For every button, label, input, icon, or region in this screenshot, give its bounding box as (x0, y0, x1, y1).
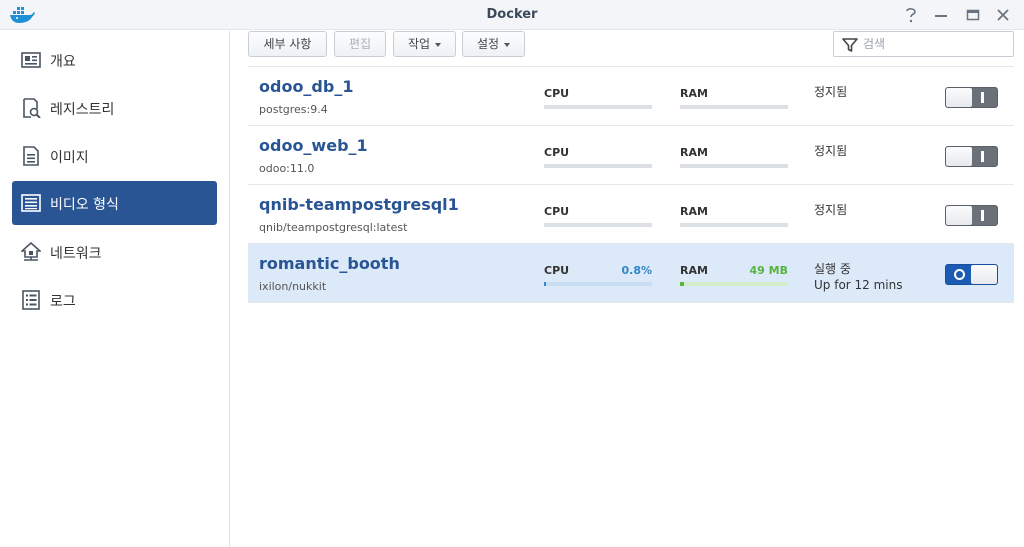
cpu-usage-bar (544, 105, 652, 109)
cpu-label: CPU (544, 87, 570, 100)
container-name: odoo_web_1 (259, 136, 368, 155)
container-name: odoo_db_1 (259, 77, 354, 96)
search-box[interactable] (833, 31, 1014, 57)
cpu-usage-bar (544, 282, 652, 286)
close-icon[interactable] (992, 4, 1014, 26)
cpu-label: CPU (544, 264, 570, 277)
container-image: postgres:9.4 (259, 103, 328, 116)
action-dropdown-button[interactable]: 작업 (393, 31, 456, 57)
power-on-mark-icon (954, 269, 965, 280)
power-off-mark-icon (981, 92, 984, 103)
caret-down-icon (435, 42, 442, 47)
settings-label: 설정 (476, 37, 500, 51)
sidebar: 개요 레지스트리 이미지 비디오 형식 네트워크 로그 (0, 31, 230, 547)
container-name: qnib-teampostgresql1 (259, 195, 459, 214)
container-image: ixilon/nukkit (259, 280, 327, 293)
ram-value: 49 MB (749, 264, 788, 277)
filter-icon (842, 38, 858, 52)
power-toggle[interactable] (945, 87, 998, 108)
image-icon (23, 146, 39, 166)
sidebar-item-label: 레지스트리 (50, 102, 115, 118)
power-toggle[interactable] (945, 264, 998, 285)
power-toggle[interactable] (945, 205, 998, 226)
status-text: 실행 중 (814, 262, 851, 276)
ram-label: RAM (680, 87, 708, 100)
log-icon (22, 290, 40, 310)
maximize-icon[interactable] (962, 4, 984, 26)
action-label: 작업 (407, 37, 431, 51)
uptime-text: Up for 12 mins (814, 278, 903, 292)
window-title: Docker (486, 7, 538, 22)
cpu-usage-bar (544, 164, 652, 168)
toggle-knob (946, 88, 972, 107)
cpu-label: CPU (544, 205, 570, 218)
ram-label: RAM (680, 146, 708, 159)
sidebar-item-overview[interactable]: 개요 (12, 38, 217, 82)
ram-label: RAM (680, 205, 708, 218)
edit-button[interactable]: 편집 (334, 31, 386, 57)
toggle-knob (946, 147, 972, 166)
overview-icon (21, 52, 41, 68)
cpu-label: CPU (544, 146, 570, 159)
ram-usage-bar (680, 223, 788, 227)
status-text: 정지됨 (814, 203, 848, 217)
power-off-mark-icon (981, 210, 984, 221)
cpu-value: 0.8% (621, 264, 652, 277)
container-row[interactable]: qnib-teampostgresql1 qnib/teampostgresql… (248, 185, 1014, 244)
container-row[interactable]: romantic_booth ixilon/nukkit CPU 0.8% RA… (248, 244, 1014, 303)
container-row[interactable]: odoo_db_1 postgres:9.4 CPU RAM 정지됨 (248, 67, 1014, 126)
power-off-mark-icon (981, 151, 984, 162)
sidebar-item-log[interactable]: 로그 (12, 278, 217, 322)
cpu-usage-fill (544, 282, 546, 286)
caret-down-icon (504, 42, 511, 47)
sidebar-item-label: 개요 (50, 54, 76, 70)
sidebar-item-registry[interactable]: 레지스트리 (12, 86, 217, 130)
toggle-knob (946, 206, 972, 225)
ram-label: RAM (680, 264, 708, 277)
status-text: 정지됨 (814, 85, 848, 99)
container-icon (21, 194, 41, 212)
sidebar-item-container[interactable]: 비디오 형식 (12, 181, 217, 225)
container-list: odoo_db_1 postgres:9.4 CPU RAM 정지됨 odoo_… (248, 66, 1014, 303)
ram-usage-bar (680, 105, 788, 109)
container-image: odoo:11.0 (259, 162, 315, 175)
ram-usage-bar (680, 164, 788, 168)
sidebar-item-label: 이미지 (50, 150, 89, 166)
sidebar-item-network[interactable]: 네트워크 (12, 230, 217, 274)
sidebar-item-label: 로그 (50, 294, 76, 310)
network-icon (21, 242, 41, 261)
ram-usage-bar (680, 282, 788, 286)
cpu-usage-bar (544, 223, 652, 227)
status-text: 정지됨 (814, 144, 848, 158)
details-button[interactable]: 세부 사항 (248, 31, 327, 57)
container-row[interactable]: odoo_web_1 odoo:11.0 CPU RAM 정지됨 (248, 126, 1014, 185)
sidebar-item-label: 비디오 형식 (50, 197, 119, 213)
sidebar-item-label: 네트워크 (50, 246, 102, 262)
settings-dropdown-button[interactable]: 설정 (462, 31, 525, 57)
ram-usage-fill (680, 282, 685, 286)
sidebar-item-image[interactable]: 이미지 (12, 134, 217, 178)
container-image: qnib/teampostgresql:latest (259, 221, 408, 234)
container-name: romantic_booth (259, 254, 400, 273)
toggle-knob (971, 265, 997, 284)
power-toggle[interactable] (945, 146, 998, 167)
minimize-icon[interactable] (930, 4, 952, 26)
search-input[interactable] (863, 35, 1008, 53)
title-bar: Docker (0, 0, 1024, 30)
help-icon[interactable] (900, 4, 922, 26)
registry-icon (23, 98, 41, 118)
